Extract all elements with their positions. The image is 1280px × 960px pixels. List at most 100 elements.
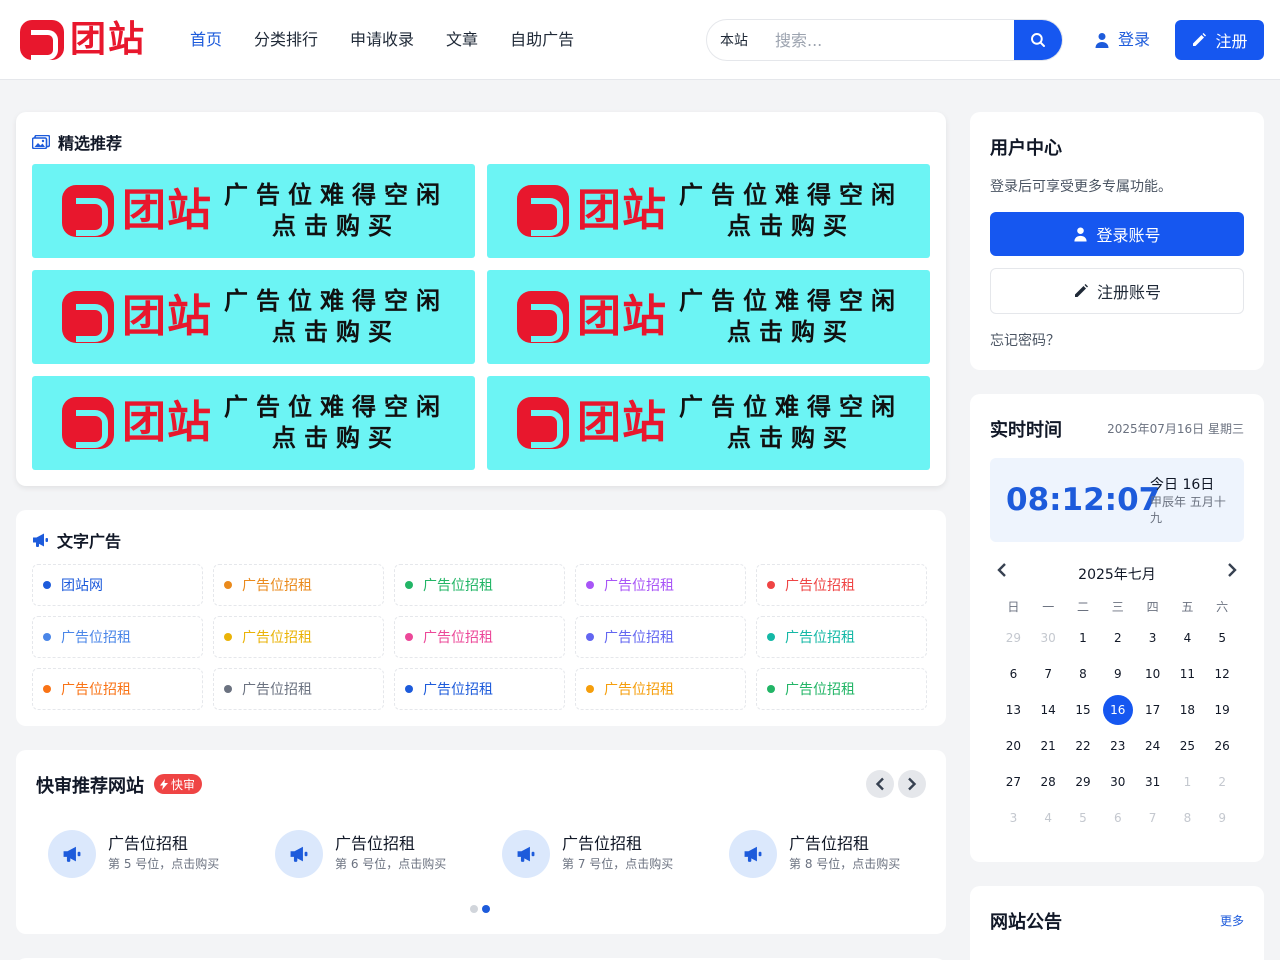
featured-ad-banner[interactable]: 团站 广告位难得空闲 点击购买 [487, 164, 930, 258]
login-link[interactable]: 登录 [1094, 28, 1150, 52]
text-ad-link[interactable]: 广告位招租 [756, 616, 927, 658]
login-account-button[interactable]: 登录账号 [990, 212, 1244, 256]
search-button[interactable] [1014, 20, 1062, 60]
calendar-day[interactable]: 1 [1066, 620, 1101, 656]
register-account-button[interactable]: 注册账号 [990, 268, 1244, 314]
calendar-day[interactable]: 29 [1066, 764, 1101, 800]
quick-review-item[interactable]: 广告位招租第 5 号位，点击购买 [48, 830, 275, 878]
calendar-day[interactable]: 1 [1170, 764, 1205, 800]
nav-item-articles[interactable]: 文章 [446, 28, 478, 52]
carousel-next-button[interactable] [898, 770, 926, 798]
calendar-prev-button[interactable] [996, 562, 1008, 582]
calendar-day[interactable]: 26 [1205, 728, 1240, 764]
calendar-day[interactable]: 20 [996, 728, 1031, 764]
calendar-day[interactable]: 18 [1170, 692, 1205, 728]
text-ad-link[interactable]: 团站网 [32, 564, 203, 606]
site-logo[interactable]: 团站 [20, 20, 146, 60]
text-ad-link[interactable]: 广告位招租 [213, 616, 384, 658]
text-ad-link[interactable]: 广告位招租 [213, 668, 384, 710]
search-scope-select[interactable]: 本站 [707, 30, 761, 50]
calendar-day[interactable]: 9 [1100, 656, 1135, 692]
quick-review-item[interactable]: 广告位招租第 8 号位，点击购买 [729, 830, 956, 878]
color-dot [405, 685, 413, 693]
calendar-day[interactable]: 23 [1100, 728, 1135, 764]
calendar-day[interactable]: 7 [1031, 656, 1066, 692]
calendar-day[interactable]: 31 [1135, 764, 1170, 800]
text-ad-link[interactable]: 广告位招租 [756, 668, 927, 710]
text-ad-link[interactable]: 广告位招租 [394, 668, 565, 710]
calendar-day[interactable]: 5 [1205, 620, 1240, 656]
nav-item-apply[interactable]: 申请收录 [350, 28, 414, 52]
featured-ad-banner[interactable]: 团站 广告位难得空闲 点击购买 [32, 164, 475, 258]
calendar-day[interactable]: 14 [1031, 692, 1066, 728]
calendar-day[interactable]: 9 [1205, 800, 1240, 836]
calendar-day[interactable]: 22 [1066, 728, 1101, 764]
calendar-day[interactable]: 24 [1135, 728, 1170, 764]
featured-ad-banner[interactable]: 团站 广告位难得空闲 点击购买 [487, 270, 930, 364]
calendar-day[interactable]: 2 [1205, 764, 1240, 800]
text-ad-link[interactable]: 广告位招租 [394, 564, 565, 606]
calendar-day[interactable]: 15 [1066, 692, 1101, 728]
text-ad-link[interactable]: 广告位招租 [575, 564, 746, 606]
nav-item-ranking[interactable]: 分类排行 [254, 28, 318, 52]
nav-item-self-ads[interactable]: 自助广告 [510, 28, 574, 52]
calendar-day[interactable]: 7 [1135, 800, 1170, 836]
featured-title: 精选推荐 [32, 130, 122, 154]
carousel-prev-button[interactable] [866, 770, 894, 798]
calendar-day[interactable]: 21 [1031, 728, 1066, 764]
calendar-day[interactable]: 13 [996, 692, 1031, 728]
calendar-day-label: 18 [1179, 703, 1196, 717]
text-ad-link[interactable]: 广告位招租 [32, 668, 203, 710]
calendar-day[interactable]: 25 [1170, 728, 1205, 764]
quick-review-text: 广告位招租第 7 号位，点击购买 [562, 834, 673, 874]
calendar-day[interactable]: 29 [996, 620, 1031, 656]
calendar-day[interactable]: 10 [1135, 656, 1170, 692]
calendar-day[interactable]: 11 [1170, 656, 1205, 692]
forgot-password-link[interactable]: 忘记密码？ [990, 330, 1060, 350]
quick-review-item[interactable]: 广告位招租第 7 号位，点击购买 [502, 830, 729, 878]
calendar-day[interactable]: 3 [996, 800, 1031, 836]
calendar-day[interactable]: 17 [1135, 692, 1170, 728]
calendar-day[interactable]: 6 [996, 656, 1031, 692]
calendar-day[interactable]: 30 [1031, 620, 1066, 656]
featured-ad-banner[interactable]: 团站 广告位难得空闲 点击购买 [487, 376, 930, 470]
calendar-day[interactable]: 4 [1170, 620, 1205, 656]
calendar-day[interactable]: 2 [1100, 620, 1135, 656]
nav-item-home[interactable]: 首页 [190, 28, 222, 52]
text-ad-link[interactable]: 广告位招租 [213, 564, 384, 606]
calendar-day[interactable]: 8 [1170, 800, 1205, 836]
calendar-day[interactable]: 6 [1100, 800, 1135, 836]
carousel-dot[interactable] [470, 905, 478, 913]
text-ads-title-text: 文字广告 [57, 532, 122, 551]
text-ad-link[interactable]: 广告位招租 [575, 668, 746, 710]
quick-review-badge-label: 快审 [171, 777, 196, 792]
notice-more-link[interactable]: 更多 [1220, 912, 1244, 929]
text-ad-link[interactable]: 广告位招租 [756, 564, 927, 606]
calendar-day[interactable]: 28 [1031, 764, 1066, 800]
calendar-day[interactable]: 4 [1031, 800, 1066, 836]
quick-review-item[interactable]: 广告位招租第 6 号位，点击购买 [275, 830, 502, 878]
clock-time: 08:12:07 [1006, 482, 1161, 518]
calendar-day[interactable]: 8 [1066, 656, 1101, 692]
calendar-day[interactable]: 3 [1135, 620, 1170, 656]
register-button[interactable]: 注册 [1175, 20, 1264, 60]
ad-slogan-line2: 点击购买 [727, 212, 855, 240]
text-ad-link[interactable]: 广告位招租 [575, 616, 746, 658]
calendar-day-today[interactable]: 16 [1100, 692, 1135, 728]
featured-title-text: 精选推荐 [58, 134, 123, 153]
calendar-day[interactable]: 5 [1066, 800, 1101, 836]
text-ad-label: 广告位招租 [785, 578, 855, 594]
text-ad-link[interactable]: 广告位招租 [32, 616, 203, 658]
calendar-day[interactable]: 30 [1100, 764, 1135, 800]
text-ad-link[interactable]: 广告位招租 [394, 616, 565, 658]
calendar-day[interactable]: 12 [1205, 656, 1240, 692]
calendar-day[interactable]: 27 [996, 764, 1031, 800]
calendar-day[interactable]: 19 [1205, 692, 1240, 728]
calendar-next-button[interactable] [1226, 562, 1238, 582]
featured-ad-banner[interactable]: 团站 广告位难得空闲 点击购买 [32, 270, 475, 364]
calendar-day-label: 21 [1040, 739, 1056, 753]
featured-ad-banner[interactable]: 团站 广告位难得空闲 点击购买 [32, 376, 475, 470]
carousel-dot[interactable] [482, 905, 490, 913]
search-input[interactable] [761, 20, 1014, 60]
chevron-right-icon [1228, 563, 1237, 577]
